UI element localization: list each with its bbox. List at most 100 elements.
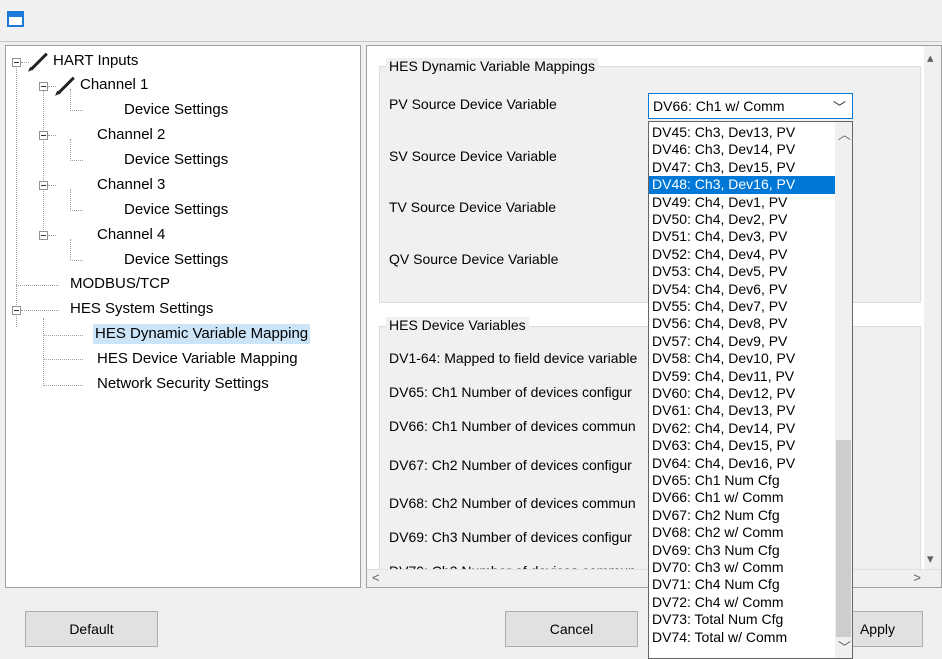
pv-source-label: PV Source Device Variable (389, 96, 557, 112)
dropdown-option[interactable]: DV65: Ch1 Num Cfg (649, 472, 835, 489)
tree-line (43, 83, 44, 238)
tree-item-hart-inputs[interactable]: HART Inputs (51, 51, 140, 71)
tree-line (70, 260, 83, 261)
dropdown-option[interactable]: DV55: Ch4, Dev7, PV (649, 298, 835, 315)
dropdown-scrollbar[interactable]: ︿ ﹀ (835, 122, 852, 658)
tree-line (48, 135, 56, 136)
dynamic-mappings-title: HES Dynamic Variable Mappings (386, 58, 598, 74)
tree-line (43, 385, 83, 386)
dropdown-option[interactable]: DV74: Total w/ Comm (649, 629, 835, 646)
scroll-up-icon[interactable]: ︿ (838, 124, 851, 143)
tree-line (70, 160, 83, 161)
tree-item-channel-1[interactable]: Channel 1 (78, 75, 150, 95)
navigation-tree: HART Inputs Channel 1 Device Settings Ch… (5, 45, 361, 588)
chevron-down-icon[interactable]: ﹀ (833, 97, 846, 116)
tree-line (70, 239, 71, 259)
device-variables-title: HES Device Variables (386, 317, 529, 333)
dropdown-option[interactable]: DV45: Ch3, Dev13, PV (649, 124, 835, 141)
dropdown-option[interactable]: DV71: Ch4 Num Cfg (649, 576, 835, 593)
dropdown-option[interactable]: DV67: Ch2 Num Cfg (649, 507, 835, 524)
pv-source-value: DV66: Ch1 w/ Comm (653, 98, 785, 114)
tree-line (48, 185, 56, 186)
tree-line (48, 235, 56, 236)
dropdown-option[interactable]: DV46: Ch3, Dev14, PV (649, 141, 835, 158)
dropdown-option[interactable]: DV66: Ch1 w/ Comm (649, 489, 835, 506)
dropdown-option[interactable]: DV62: Ch4, Dev14, PV (649, 420, 835, 437)
pv-source-dropdown-list[interactable]: DV45: Ch3, Dev13, PV DV46: Ch3, Dev14, PV… (648, 121, 853, 659)
dropdown-option[interactable]: DV54: Ch4, Dev6, PV (649, 281, 835, 298)
collapse-icon[interactable] (39, 82, 48, 91)
tree-item-channel-4-device-settings[interactable]: Device Settings (122, 250, 230, 270)
tree-line (16, 285, 59, 286)
collapse-icon[interactable] (39, 181, 48, 190)
toolbar (0, 0, 942, 42)
tree-line (70, 110, 83, 111)
collapse-icon[interactable] (39, 131, 48, 140)
qv-source-label: QV Source Device Variable (389, 251, 559, 267)
tree-item-hes-system-settings[interactable]: HES System Settings (68, 299, 215, 319)
dropdown-scroll-thumb[interactable] (836, 440, 851, 637)
collapse-icon[interactable] (12, 58, 21, 67)
dropdown-option[interactable]: DV50: Ch4, Dev2, PV (649, 211, 835, 228)
default-button[interactable]: Default (25, 611, 158, 647)
device-variable-row: DV69: Ch3 Number of devices configur (389, 529, 632, 545)
dropdown-option[interactable]: DV57: Ch4, Dev9, PV (649, 333, 835, 350)
dropdown-option[interactable]: DV64: Ch4, Dev16, PV (649, 455, 835, 472)
tree-item-channel-2[interactable]: Channel 2 (95, 125, 167, 145)
tree-item-hes-device-variable-mapping[interactable]: HES Device Variable Mapping (95, 349, 300, 369)
tree-line (48, 86, 56, 87)
device-variable-row: DV66: Ch1 Number of devices commun (389, 418, 636, 434)
scroll-up-icon[interactable]: ▴ (927, 50, 934, 66)
dropdown-option[interactable]: DV59: Ch4, Dev11, PV (649, 368, 835, 385)
tree-item-channel-1-device-settings[interactable]: Device Settings (122, 100, 230, 120)
dropdown-option[interactable]: DV56: Ch4, Dev8, PV (649, 315, 835, 332)
device-variable-row: DV68: Ch2 Number of devices commun (389, 495, 636, 511)
scroll-down-icon[interactable]: ▾ (927, 551, 934, 567)
cancel-button[interactable]: Cancel (505, 611, 638, 647)
dropdown-option[interactable]: DV53: Ch4, Dev5, PV (649, 263, 835, 280)
tree-item-channel-3[interactable]: Channel 3 (95, 175, 167, 195)
dropdown-option[interactable]: DV58: Ch4, Dev10, PV (649, 350, 835, 367)
tree-line (43, 359, 83, 360)
tv-source-label: TV Source Device Variable (389, 199, 557, 215)
pv-source-combobox[interactable]: DV66: Ch1 w/ Comm ﹀ (648, 93, 853, 119)
pencil-icon (57, 76, 75, 95)
tree-item-network-security-settings[interactable]: Network Security Settings (95, 374, 271, 394)
tree-line (43, 335, 83, 336)
tree-item-hes-dynamic-variable-mapping[interactable]: HES Dynamic Variable Mapping (93, 324, 311, 344)
dropdown-option[interactable]: DV69: Ch3 Num Cfg (649, 542, 835, 559)
dropdown-option[interactable]: DV52: Ch4, Dev4, PV (649, 246, 835, 263)
scroll-down-icon[interactable]: ﹀ (838, 637, 851, 656)
collapse-icon[interactable] (12, 306, 21, 315)
collapse-icon[interactable] (39, 231, 48, 240)
tree-line (21, 310, 59, 311)
pencil-icon (30, 52, 48, 71)
dropdown-option[interactable]: DV47: Ch3, Dev15, PV (649, 159, 835, 176)
device-variable-row: DV67: Ch2 Number of devices configur (389, 457, 632, 473)
window-icon[interactable] (7, 11, 24, 27)
dropdown-option[interactable]: DV51: Ch4, Dev3, PV (649, 228, 835, 245)
dropdown-option[interactable]: DV49: Ch4, Dev1, PV (649, 194, 835, 211)
device-variable-row: DV65: Ch1 Number of devices configur (389, 384, 632, 400)
tree-line (43, 318, 44, 386)
dropdown-option[interactable]: DV63: Ch4, Dev15, PV (649, 437, 835, 454)
dropdown-option[interactable]: DV61: Ch4, Dev13, PV (649, 402, 835, 419)
dropdown-option[interactable]: DV60: Ch4, Dev12, PV (649, 385, 835, 402)
dropdown-option[interactable]: DV72: Ch4 w/ Comm (649, 594, 835, 611)
dropdown-option[interactable]: DV70: Ch3 w/ Comm (649, 559, 835, 576)
tree-line (70, 139, 71, 159)
vertical-scrollbar[interactable]: ▴ ▾ (924, 46, 941, 587)
tree-line (70, 189, 71, 209)
tree-item-modbus-tcp[interactable]: MODBUS/TCP (68, 274, 172, 294)
dropdown-option[interactable]: DV73: Total Num Cfg (649, 611, 835, 628)
tree-line (16, 64, 17, 327)
dropdown-option[interactable]: DV48: Ch3, Dev16, PV (649, 176, 835, 194)
tree-line (21, 62, 29, 63)
tree-item-channel-2-device-settings[interactable]: Device Settings (122, 150, 230, 170)
dropdown-option[interactable]: DV68: Ch2 w/ Comm (649, 524, 835, 541)
tree-item-channel-3-device-settings[interactable]: Device Settings (122, 200, 230, 220)
tree-line (70, 89, 71, 109)
tree-item-channel-4[interactable]: Channel 4 (95, 225, 167, 245)
scroll-left-icon[interactable]: < (372, 570, 380, 585)
scroll-right-icon[interactable]: > (913, 570, 921, 585)
